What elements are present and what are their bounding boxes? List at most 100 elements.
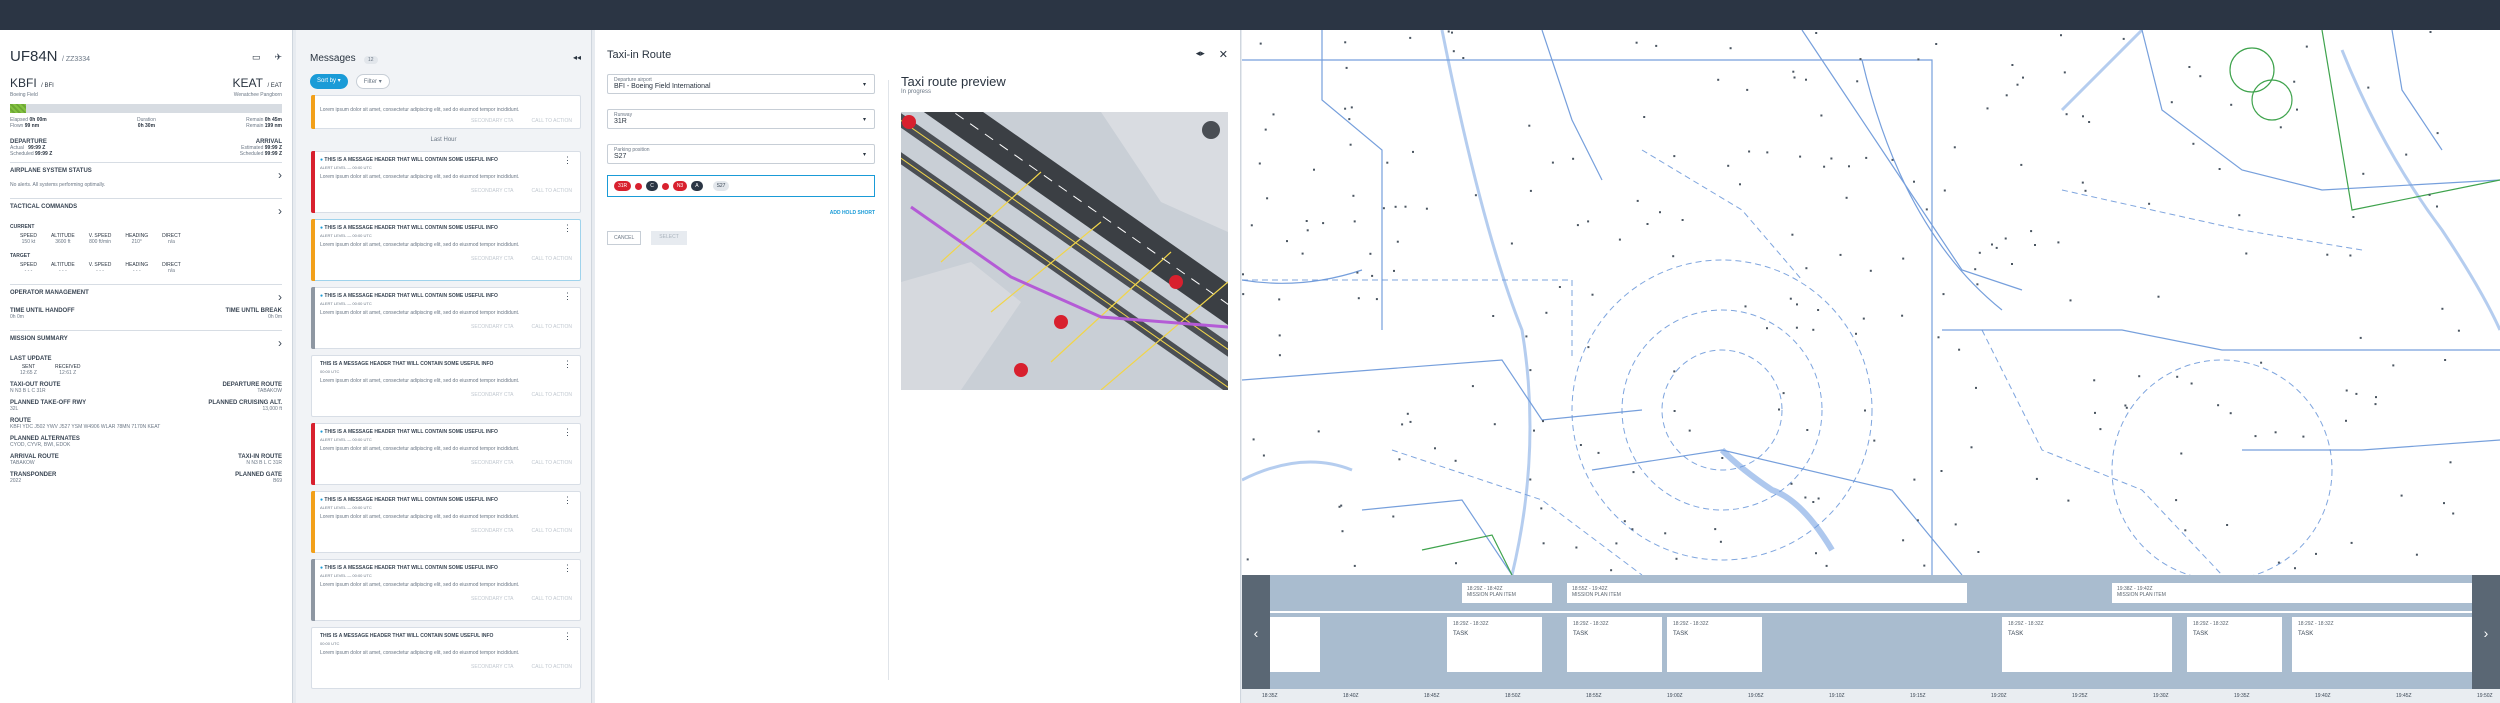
- waypoint-marker: [2443, 502, 2445, 505]
- call-to-action[interactable]: CALL TO ACTION: [532, 324, 572, 330]
- waypoint-marker: [1632, 471, 1635, 474]
- route-chip-runway[interactable]: 31R: [614, 181, 632, 191]
- message-card[interactable]: ● THIS IS A MESSAGE HEADER THAT WILL CON…: [311, 423, 581, 485]
- chat-icon[interactable]: ▭: [252, 52, 261, 63]
- waypoint-marker: [1250, 224, 1253, 227]
- planned-gate-value: B69: [273, 478, 282, 484]
- task-item[interactable]: 18:29Z - 18:32Z TASK: [2187, 617, 2282, 672]
- secondary-cta[interactable]: SECONDARY CTA: [471, 324, 514, 330]
- runway-select[interactable]: Runway 31R ▾: [607, 109, 875, 129]
- arrival-route-value: TABAKOW: [10, 460, 35, 466]
- route-chip-taxiway[interactable]: C: [646, 181, 658, 191]
- satellite-icon[interactable]: ✈: [274, 52, 282, 63]
- secondary-cta[interactable]: SECONDARY CTA: [471, 256, 514, 262]
- message-card[interactable]: Lorem ipsum dolor sit amet, consectetur …: [311, 95, 581, 129]
- waypoint-marker: [1597, 451, 1600, 454]
- call-to-action[interactable]: CALL TO ACTION: [532, 528, 572, 534]
- message-card[interactable]: ● THIS IS A MESSAGE HEADER THAT WILL CON…: [311, 559, 581, 621]
- tactical-commands-section[interactable]: TACTICAL COMMANDS ›: [10, 204, 282, 218]
- route-chip-taxiway[interactable]: N3: [672, 181, 688, 191]
- call-to-action[interactable]: CALL TO ACTION: [532, 256, 572, 262]
- waypoint-marker: [1917, 58, 1920, 61]
- message-card[interactable]: THIS IS A MESSAGE HEADER THAT WILL CONTA…: [311, 355, 581, 417]
- secondary-cta[interactable]: SECONDARY CTA: [471, 392, 514, 398]
- route-chip-hold[interactable]: [635, 182, 643, 190]
- waypoint-marker: [1856, 80, 1859, 83]
- sort-by-button[interactable]: Sort by ▾: [310, 74, 348, 89]
- collapse-panel-icon[interactable]: ◂◂: [573, 53, 581, 62]
- task-item[interactable]: 18:29Z - 18:32Z TASK: [1567, 617, 1662, 672]
- secondary-cta[interactable]: SECONDARY CTA: [471, 460, 514, 466]
- timeline-tick-label: 18:40Z: [1343, 693, 1359, 699]
- waypoint-marker: [1675, 557, 1678, 560]
- message-card[interactable]: ● THIS IS A MESSAGE HEADER THAT WILL CON…: [311, 151, 581, 213]
- operator-management-section[interactable]: OPERATOR MANAGEMENT ›: [10, 290, 282, 304]
- call-to-action[interactable]: CALL TO ACTION: [532, 392, 572, 398]
- more-options-icon[interactable]: ⋮: [563, 292, 572, 301]
- timeline-tick-label: 18:55Z: [1586, 693, 1602, 699]
- secondary-cta[interactable]: SECONDARY CTA: [471, 528, 514, 534]
- waypoint-marker: [1869, 269, 1872, 272]
- more-options-icon[interactable]: ⋮: [563, 564, 572, 573]
- chevron-right-icon[interactable]: ›: [278, 168, 282, 182]
- message-card[interactable]: ● THIS IS A MESSAGE HEADER THAT WILL CON…: [311, 491, 581, 553]
- departure-airport-select[interactable]: Departure airport BFI - Boeing Field Inte…: [607, 74, 875, 94]
- airplane-system-status-section[interactable]: AIRPLANE SYSTEM STATUS ›: [10, 168, 282, 182]
- mission-summary-section[interactable]: MISSION SUMMARY ›: [10, 336, 282, 350]
- chevron-right-icon[interactable]: ›: [278, 336, 282, 350]
- chevron-right-icon[interactable]: ›: [278, 290, 282, 304]
- airspace-map[interactable]: [1242, 30, 2500, 575]
- task-item[interactable]: 18:29Z - 18:32Z TASK: [1447, 617, 1542, 672]
- route-chip-hold[interactable]: [661, 182, 669, 190]
- waypoint-marker: [2367, 86, 2370, 89]
- route-chip-taxiway[interactable]: A: [691, 181, 703, 191]
- waypoint-marker: [1864, 409, 1866, 412]
- chevron-right-icon[interactable]: ›: [278, 204, 282, 218]
- timeline-scroll-left[interactable]: ‹: [1242, 575, 1270, 690]
- task-item[interactable]: 18:29Z - 18:32Z TASK: [2292, 617, 2472, 672]
- select-button[interactable]: SELECT: [651, 231, 687, 245]
- call-to-action[interactable]: CALL TO ACTION: [532, 664, 572, 670]
- route-chip-parking[interactable]: S27: [712, 181, 730, 191]
- secondary-cta[interactable]: SECONDARY CTA: [471, 596, 514, 602]
- secondary-cta[interactable]: SECONDARY CTA: [471, 664, 514, 670]
- mission-plan-item[interactable]: 19:38Z - 19:42Z MISSION PLAN ITEM: [2112, 583, 2472, 603]
- task-item[interactable]: 18:29Z - 18:32Z TASK: [1667, 617, 1762, 672]
- timeline-tick-label: 19:20Z: [1991, 693, 2007, 699]
- taxi-route-input[interactable]: 31R C N3 A S27: [607, 175, 875, 197]
- severity-bar: [311, 491, 315, 553]
- cancel-button[interactable]: CANCEL: [607, 231, 642, 245]
- task-item[interactable]: 18:29Z - 18:32Z TASK: [2002, 617, 2172, 672]
- cmd-value: 150 kt: [21, 239, 36, 245]
- mission-plan-item[interactable]: 18:55Z - 19:42Z MISSION PLAN ITEM: [1567, 583, 1967, 603]
- message-card[interactable]: THIS IS A MESSAGE HEADER THAT WILL CONTA…: [311, 627, 581, 689]
- add-hold-short-link[interactable]: ADD HOLD SHORT: [830, 210, 875, 216]
- message-card[interactable]: ● THIS IS A MESSAGE HEADER THAT WILL CON…: [311, 219, 581, 281]
- more-options-icon[interactable]: ⋮: [563, 496, 572, 505]
- waypoint-marker: [1806, 429, 1809, 431]
- parking-position-select[interactable]: Parking position S27 ▾: [607, 144, 875, 164]
- expand-icon[interactable]: ◂▸: [1196, 48, 1205, 61]
- more-options-icon[interactable]: ⋮: [563, 428, 572, 437]
- message-header: THIS IS A MESSAGE HEADER THAT WILL CONTA…: [324, 429, 498, 435]
- mission-timeline[interactable]: ‹ › 18:29Z - 18:42Z MISSION PLAN ITEM 18:…: [1242, 575, 2500, 703]
- secondary-cta[interactable]: SECONDARY CTA: [471, 118, 514, 124]
- call-to-action[interactable]: CALL TO ACTION: [532, 460, 572, 466]
- task-item[interactable]: [1270, 617, 1320, 672]
- waypoint-marker: [2057, 241, 2060, 244]
- mission-plan-item[interactable]: 18:29Z - 18:42Z MISSION PLAN ITEM: [1462, 583, 1552, 603]
- close-icon[interactable]: ✕: [1219, 48, 1228, 61]
- more-options-icon[interactable]: ⋮: [563, 360, 572, 369]
- more-options-icon[interactable]: ⋮: [563, 156, 572, 165]
- call-to-action[interactable]: CALL TO ACTION: [532, 188, 572, 194]
- timeline-scroll-right[interactable]: ›: [2472, 575, 2500, 690]
- airport-taxi-map[interactable]: [901, 112, 1228, 390]
- call-to-action[interactable]: CALL TO ACTION: [532, 596, 572, 602]
- secondary-cta[interactable]: SECONDARY CTA: [471, 188, 514, 194]
- message-card[interactable]: ● THIS IS A MESSAGE HEADER THAT WILL CON…: [311, 287, 581, 349]
- unread-dot-icon: ●: [320, 157, 324, 163]
- call-to-action[interactable]: CALL TO ACTION: [532, 118, 572, 124]
- more-options-icon[interactable]: ⋮: [563, 632, 572, 641]
- more-options-icon[interactable]: ⋮: [563, 224, 572, 233]
- filter-button[interactable]: Filter ▾: [355, 74, 390, 89]
